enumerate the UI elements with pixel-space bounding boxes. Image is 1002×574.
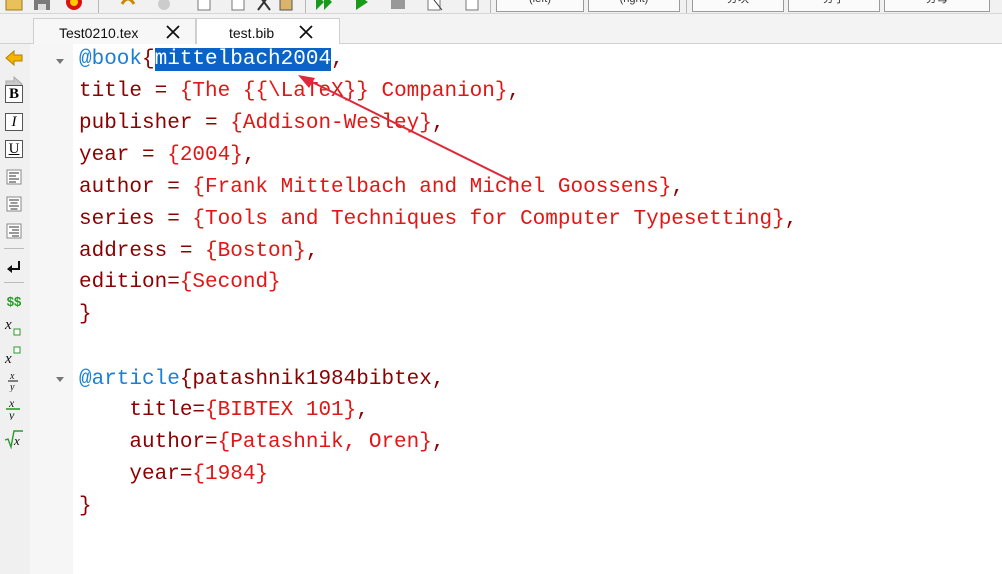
open-folder-icon[interactable] [4,0,24,12]
bold-button[interactable]: B [3,83,25,105]
left-delimiter-button[interactable]: (left) [496,0,584,12]
code-line: edition={Second} [79,271,281,294]
document-icon[interactable] [194,0,214,12]
svg-text:y: y [8,408,15,420]
code-line: year = {2004}, [79,144,256,167]
bib-entry-type: @book [79,48,143,71]
superscript-button[interactable]: x [3,344,25,366]
code-editor[interactable]: @book{mittelbach2004, title = {The {{\La… [73,44,1002,574]
toolbar-separator [305,0,306,13]
sqrt-button[interactable]: x [3,428,25,450]
close-tab-icon[interactable] [165,24,181,40]
toolbar-separator [98,0,99,13]
code-line: title={BIBTEX 101}, [79,399,369,422]
cut-icon[interactable] [254,0,274,12]
align-center-button[interactable] [3,193,25,215]
bold-icon: B [5,85,23,103]
italic-button[interactable]: I [3,111,25,133]
sqrt-icon: x [4,430,23,450]
main-toolbar: (left) (right) 分块 分子 分母 [0,0,1002,14]
svg-text:x: x [9,371,15,382]
code-line: title = {The {{\LaTeX}} Companion}, [79,80,521,103]
align-left-icon [6,169,22,185]
fold-toggle-icon[interactable] [55,58,65,66]
fold-toggle-icon[interactable] [55,376,65,384]
format-sidebar: B I U $$ x x xy xy x [0,44,30,574]
dfrac-button[interactable]: xy [3,398,25,420]
code-line: year={1984} [79,463,269,486]
sidebar-separator [4,282,24,283]
numerator-button[interactable]: 分子 [788,0,880,12]
redo-icon[interactable] [154,0,174,12]
back-arrow-icon [5,50,23,66]
newline-button[interactable] [3,256,25,278]
italic-icon: I [5,113,23,131]
back-button[interactable] [3,47,25,69]
copy-icon[interactable] [228,0,248,12]
denominator-button[interactable]: 分母 [884,0,990,12]
tab-test-bib[interactable]: test.bib [196,18,340,46]
fraction-button[interactable]: xy [3,370,25,392]
tab-test0210-tex[interactable]: Test0210.tex [33,18,196,45]
align-right-icon [6,223,22,239]
code-line: publisher = {Addison-Wesley}, [79,112,445,135]
code-line: @book{mittelbach2004, [79,48,344,71]
edit-doc-icon[interactable] [462,0,482,12]
stop-icon[interactable] [64,0,84,12]
subscript-icon: x [4,317,21,336]
align-left-button[interactable] [3,166,25,188]
svg-text:y: y [9,382,15,392]
svg-text:x: x [13,433,20,448]
code-line: @article{patashnik1984bibtex, [79,368,445,391]
fold-margin [30,44,73,574]
document-tab-bar: Test0210.tex test.bib [0,14,1002,46]
undo-icon[interactable] [118,0,138,12]
fraction-icon: xy [8,371,18,392]
code-line: author={Patashnik, Oren}, [79,431,445,454]
superscript-icon: x [4,346,21,366]
sidebar-separator [4,248,24,249]
stop-build-icon[interactable] [388,0,408,12]
toolbar-separator [490,0,491,13]
block-button[interactable]: 分块 [692,0,784,12]
tab-label: Test0210.tex [59,25,139,41]
code-line: } [79,495,92,518]
align-center-icon [6,196,22,212]
right-delimiter-button[interactable]: (right) [588,0,680,12]
underline-icon: U [5,140,23,158]
code-line: series = {Tools and Techniques for Compu… [79,208,798,231]
clean-icon[interactable] [424,0,444,12]
svg-text:x: x [4,351,12,366]
display-fraction-icon: xy [6,398,20,420]
code-line: author = {Frank Mittelbach and Michel Go… [79,176,684,199]
display-math-button[interactable]: $$ [3,290,25,312]
tab-label: test.bib [229,25,275,41]
selected-citation-key[interactable]: mittelbach2004 [154,48,332,71]
paste-icon[interactable] [276,0,296,12]
save-icon[interactable] [32,0,52,12]
svg-text:x: x [4,317,12,333]
bib-entry-type: @article [79,368,180,391]
subscript-button[interactable]: x [3,316,25,338]
return-arrow-icon [7,261,20,273]
build-view-icon[interactable] [314,0,334,12]
toolbar-separator [686,0,687,13]
close-tab-icon[interactable] [298,24,314,40]
build-icon[interactable] [352,0,372,12]
code-line: address = {Boston}, [79,240,319,263]
align-right-button[interactable] [3,220,25,242]
code-line: } [79,303,92,326]
underline-button[interactable]: U [3,138,25,160]
